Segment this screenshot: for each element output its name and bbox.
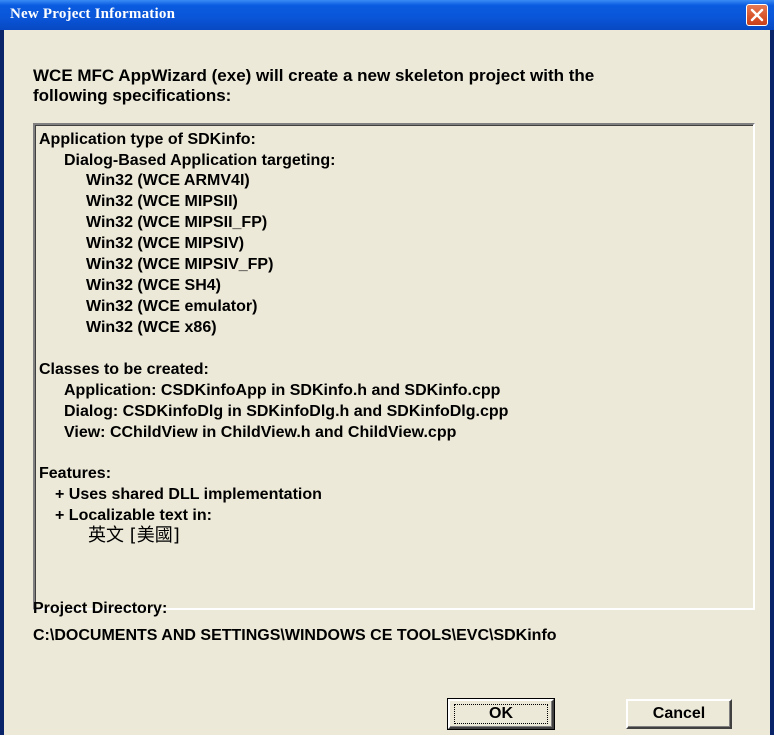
dialog-body: WCE MFC AppWizard (exe) will create a ne… xyxy=(4,30,770,735)
platform-item: Win32 (WCE emulator) xyxy=(86,298,258,315)
platform-item: Win32 (WCE SH4) xyxy=(86,277,221,294)
window-title: New Project Information xyxy=(10,6,176,22)
title-bar[interactable]: New Project Information xyxy=(0,0,774,30)
dialog-window: New Project Information WCE MFC AppWizar… xyxy=(0,0,774,735)
feature-item: + Localizable text in: xyxy=(55,507,212,524)
classes-heading: Classes to be created: xyxy=(39,361,209,378)
cancel-button[interactable]: Cancel xyxy=(626,699,732,729)
platform-item: Win32 (WCE ARMV4I) xyxy=(86,172,250,189)
intro-text: WCE MFC AppWizard (exe) will create a ne… xyxy=(33,66,733,106)
features-heading: Features: xyxy=(39,465,112,482)
platform-item: Win32 (WCE MIPSII_FP) xyxy=(86,214,268,231)
platform-item: Win32 (WCE MIPSIV_FP) xyxy=(86,256,274,273)
project-directory-label: Project Directory: xyxy=(33,600,168,617)
platform-item: Win32 (WCE MIPSIV) xyxy=(86,235,245,252)
focus-rectangle xyxy=(454,704,548,724)
platform-item: Win32 (WCE x86) xyxy=(86,319,217,336)
intro-line-2: following specifications: xyxy=(33,86,232,105)
class-item: Application: CSDKinfoApp in SDKinfo.h an… xyxy=(64,382,501,399)
cancel-button-label: Cancel xyxy=(652,705,706,722)
localized-language: 英文 [美國] xyxy=(88,525,180,546)
close-icon xyxy=(750,8,764,22)
feature-item: + Uses shared DLL implementation xyxy=(55,486,322,503)
app-type-subheading: Dialog-Based Application targeting: xyxy=(64,152,336,169)
intro-line-1: WCE MFC AppWizard (exe) will create a ne… xyxy=(33,66,595,85)
class-item: View: CChildView in ChildView.h and Chil… xyxy=(64,424,457,441)
class-item: Dialog: CSDKinfoDlg in SDKinfoDlg.h and … xyxy=(64,403,509,420)
app-type-heading: Application type of SDKinfo: xyxy=(39,131,256,148)
ok-button[interactable]: OK xyxy=(447,698,555,730)
project-directory-path: C:\DOCUMENTS AND SETTINGS\WINDOWS CE TOO… xyxy=(33,627,557,644)
close-button[interactable] xyxy=(746,4,768,26)
specifications-box[interactable]: Application type of SDKinfo: Dialog-Base… xyxy=(33,123,755,610)
platform-item: Win32 (WCE MIPSII) xyxy=(86,193,238,210)
